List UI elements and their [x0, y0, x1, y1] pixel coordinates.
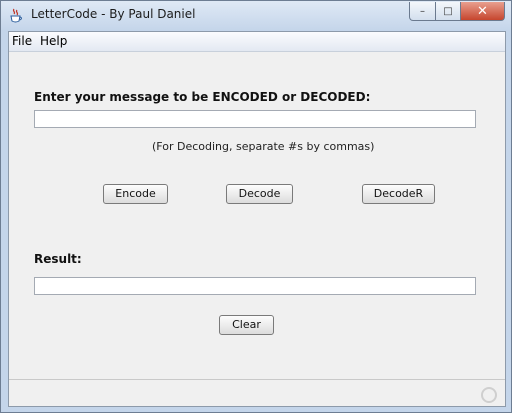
content-pane: File Help Enter your message to be ENCOD…	[8, 31, 506, 407]
window-title: LetterCode - By Paul Daniel	[31, 7, 196, 21]
message-input[interactable]	[34, 110, 476, 128]
encode-button[interactable]: Encode	[103, 184, 168, 204]
result-field[interactable]	[34, 277, 476, 295]
decode-button[interactable]: Decode	[226, 184, 293, 204]
minimize-button[interactable]: –	[409, 2, 436, 21]
maximize-icon: □	[443, 5, 453, 17]
window-controls: – □ ✕	[409, 2, 505, 21]
busy-ring-icon	[481, 387, 497, 403]
status-bar	[9, 379, 505, 407]
menu-help[interactable]: Help	[40, 34, 67, 48]
menu-bar: File Help	[9, 32, 505, 52]
menu-file[interactable]: File	[12, 34, 32, 48]
decoder-button[interactable]: DecodeR	[362, 184, 435, 204]
message-label: Enter your message to be ENCODED or DECO…	[34, 90, 371, 104]
app-window: LetterCode - By Paul Daniel – □ ✕ File H…	[0, 0, 512, 413]
java-cup-icon[interactable]	[9, 8, 23, 24]
close-icon: ✕	[477, 3, 488, 19]
minimize-icon: –	[420, 5, 425, 17]
maximize-button[interactable]: □	[436, 2, 461, 21]
decoding-hint: (For Decoding, separate #s by commas)	[152, 140, 375, 153]
title-bar[interactable]: LetterCode - By Paul Daniel – □ ✕	[1, 1, 511, 31]
close-button[interactable]: ✕	[461, 2, 505, 21]
result-label: Result:	[34, 252, 82, 266]
clear-button[interactable]: Clear	[219, 315, 274, 335]
